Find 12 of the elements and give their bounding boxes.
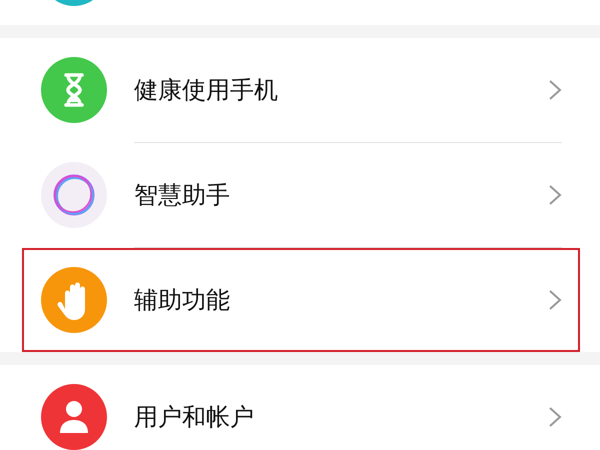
settings-item[interactable]: 健康使用手机: [0, 38, 600, 142]
chevron-icon: [548, 289, 562, 311]
highlighted-settings-item[interactable]: 辅助功能: [22, 248, 580, 352]
chevron-icon: [548, 406, 562, 428]
item-label: 健康使用手机: [134, 75, 279, 106]
item-label: 辅助功能: [134, 285, 231, 316]
settings-item[interactable]: 用户和帐户: [0, 365, 600, 450]
item-label: 用户和帐户: [134, 402, 255, 433]
chevron-icon: [548, 184, 562, 206]
item-label: 智慧助手: [134, 180, 231, 211]
settings-item[interactable]: 智慧助手: [0, 143, 600, 247]
chevron-icon: [548, 79, 562, 101]
